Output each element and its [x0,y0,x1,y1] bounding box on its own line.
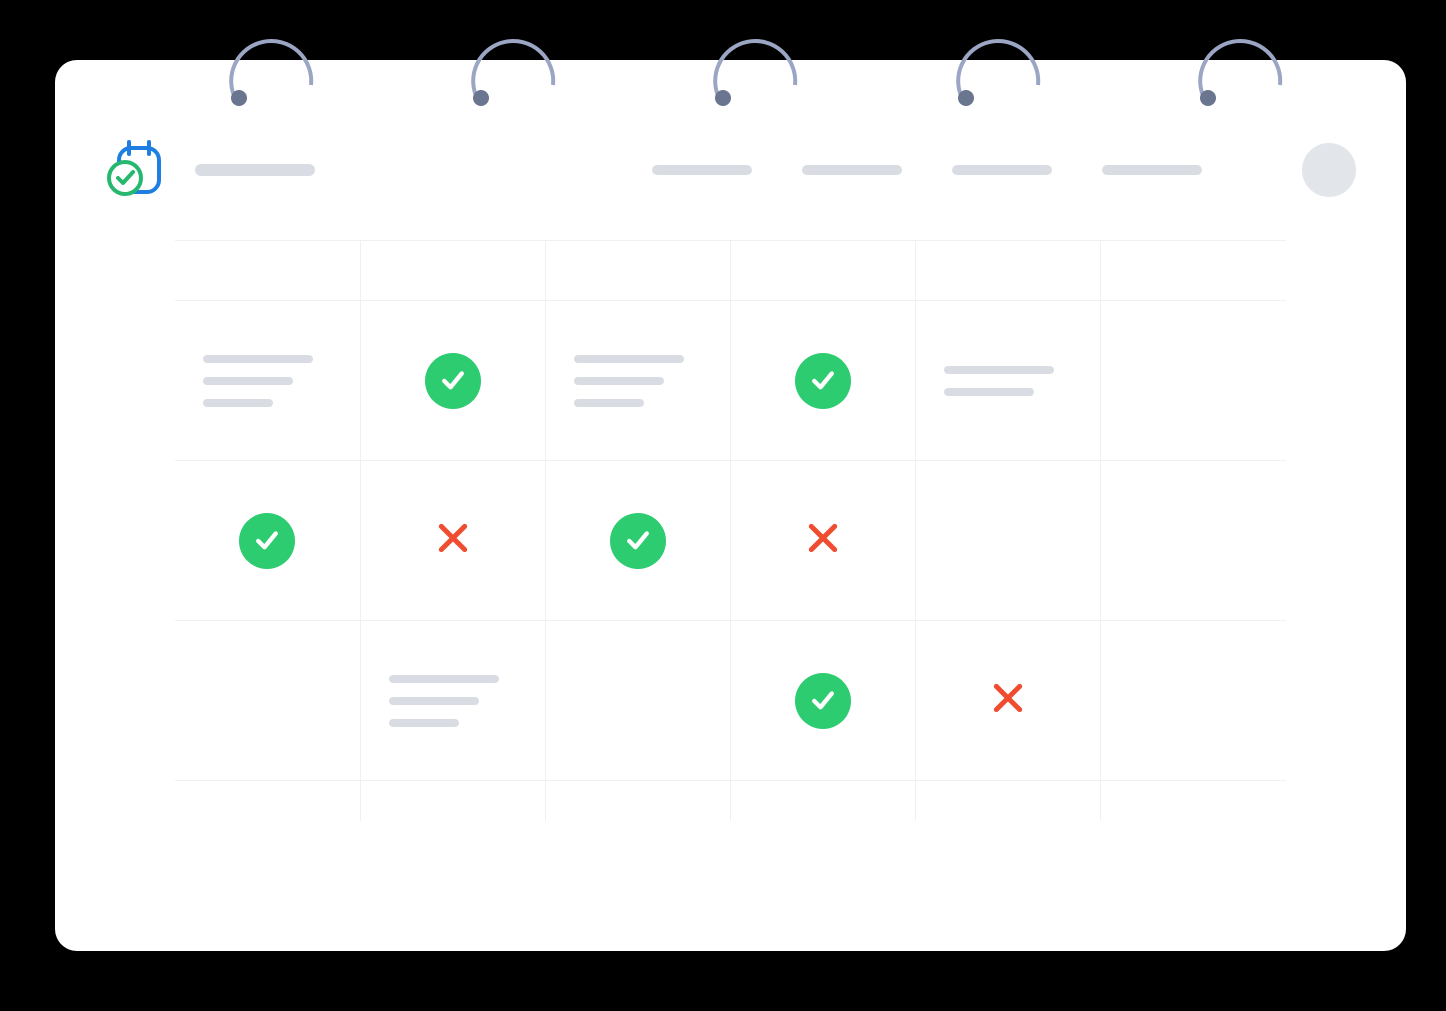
nav-item[interactable] [952,165,1052,175]
grid-row [175,461,1286,621]
grid-cell[interactable] [175,621,360,781]
grid-row [175,621,1286,781]
check-icon [795,353,851,409]
grid-cell[interactable] [730,621,915,781]
grid-cell[interactable] [1101,621,1286,781]
calendar-grid-wrap [55,240,1406,821]
brand-placeholder [195,164,315,176]
calendar-check-logo-icon [105,140,165,200]
check-icon [239,513,295,569]
grid-cell[interactable] [545,301,730,461]
grid-cell[interactable] [545,461,730,621]
text-placeholder [916,366,1100,396]
grid-header-row [175,241,1286,301]
nav-item[interactable] [1102,165,1202,175]
grid-cell[interactable] [175,301,360,461]
grid-cell[interactable] [916,461,1101,621]
calendar-card [55,60,1406,951]
spiral-binder-icon [221,0,331,110]
grid-cell[interactable] [916,621,1101,781]
cross-icon [433,518,473,558]
text-placeholder [175,355,360,407]
grid-cell[interactable] [175,461,360,621]
avatar[interactable] [1302,143,1356,197]
grid-cell[interactable] [545,621,730,781]
spiral-binder-row [115,0,1406,110]
grid-cell[interactable] [360,621,545,781]
text-placeholder [546,355,730,407]
check-icon [425,353,481,409]
nav-item[interactable] [802,165,902,175]
nav-item[interactable] [652,165,752,175]
grid-cell[interactable] [1101,461,1286,621]
check-icon [795,673,851,729]
calendar-grid [175,240,1286,821]
grid-cell[interactable] [730,461,915,621]
grid-footer-row [175,781,1286,821]
grid-cell[interactable] [1101,301,1286,461]
spiral-binder-icon [948,0,1058,110]
nav-menu [652,143,1356,197]
grid-cell[interactable] [360,301,545,461]
grid-cell[interactable] [730,301,915,461]
cross-icon [988,678,1028,718]
cross-icon [803,518,843,558]
spiral-binder-icon [705,0,815,110]
text-placeholder [361,675,545,727]
grid-cell[interactable] [360,461,545,621]
grid-row [175,301,1286,461]
app-header [55,140,1406,240]
spiral-binder-icon [1190,0,1300,110]
check-icon [610,513,666,569]
grid-cell[interactable] [916,301,1101,461]
spiral-binder-icon [463,0,573,110]
